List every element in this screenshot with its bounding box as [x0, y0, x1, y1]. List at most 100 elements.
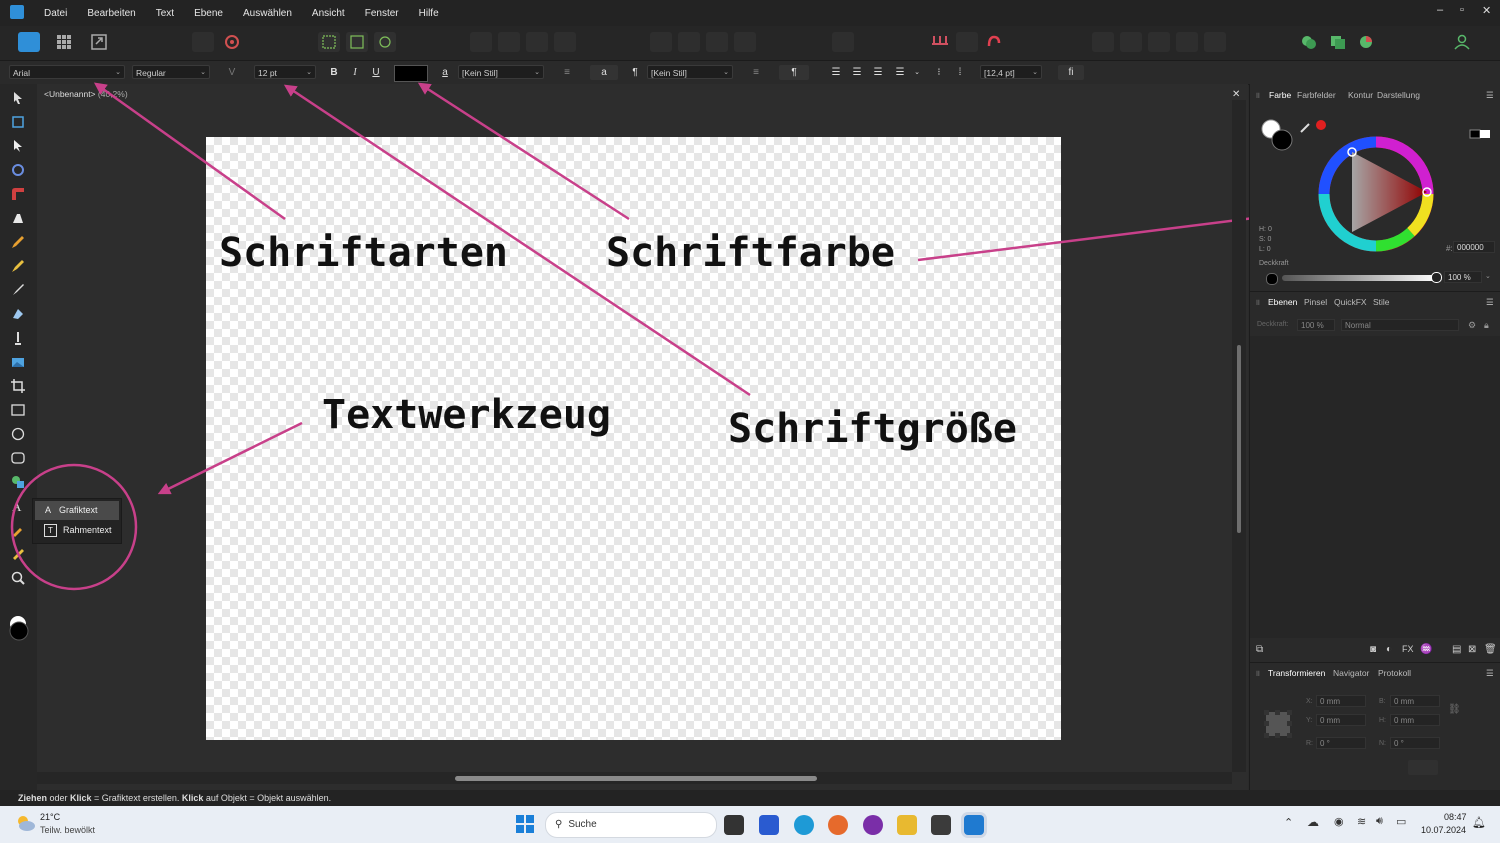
tray-chevron-icon[interactable]: ⌃ — [1284, 816, 1293, 829]
user-account-icon[interactable] — [1451, 32, 1473, 52]
tab-ebenen[interactable]: Ebenen — [1268, 297, 1297, 307]
export-persona-icon[interactable] — [88, 32, 110, 52]
wifi-icon[interactable]: ≋ — [1357, 815, 1366, 828]
character-style-select[interactable]: [Kein Stil] ⌄ — [458, 65, 544, 79]
horizontal-scroll-thumb[interactable] — [455, 776, 817, 781]
taskbar-search[interactable]: ⚲ Suche — [545, 812, 717, 838]
rotation-input[interactable]: 0 ° — [1316, 737, 1366, 749]
trash-icon[interactable]: 🗑︎ — [1484, 644, 1497, 655]
hex-input[interactable]: 000000 — [1453, 241, 1495, 253]
crop-tool-icon[interactable] — [10, 378, 26, 394]
menu-ebene[interactable]: Ebene — [194, 8, 223, 19]
boolean-subtract-icon[interactable] — [1120, 32, 1142, 52]
firefox-icon[interactable] — [828, 815, 848, 835]
document-close-button[interactable]: ✕ — [1232, 89, 1240, 100]
boolean-intersect-icon[interactable] — [1148, 32, 1170, 52]
opacity-slider[interactable] — [1282, 275, 1438, 281]
paint-brush-tool-icon[interactable] — [10, 282, 26, 298]
tab-transformieren[interactable]: Transformieren — [1268, 668, 1325, 678]
color-quick-icon[interactable] — [1355, 32, 1377, 52]
align-left-text-icon[interactable]: ☰ — [828, 65, 844, 80]
battery-icon[interactable]: ▭ — [1396, 815, 1406, 828]
horizontal-scrollbar[interactable] — [37, 772, 1232, 784]
y-input[interactable]: 0 mm — [1316, 714, 1366, 726]
snapping-magnet-icon[interactable] — [929, 32, 951, 52]
boolean-divide-icon[interactable] — [1204, 32, 1226, 52]
boolean-add-icon[interactable] — [1092, 32, 1114, 52]
app-icon[interactable] — [863, 815, 883, 835]
snapping-options-icon[interactable] — [956, 32, 978, 52]
arrange-back-icon[interactable] — [470, 32, 492, 52]
add-layer-icon[interactable]: ▤ — [1452, 644, 1461, 655]
windows-start-icon[interactable] — [515, 814, 535, 834]
height-input[interactable]: 0 mm — [1390, 714, 1440, 726]
file-explorer-icon[interactable] — [897, 815, 917, 835]
pilcrow-icon[interactable]: ¶ — [627, 65, 643, 80]
notification-bell-icon[interactable]: 🔔︎ — [1472, 816, 1486, 829]
weather-icon[interactable] — [14, 812, 36, 834]
anchor-point-icon[interactable] — [1264, 710, 1292, 738]
show-special-chars-button[interactable]: ¶ — [779, 65, 809, 80]
layers-list[interactable] — [1250, 336, 1500, 638]
pen-tool-icon[interactable] — [10, 210, 26, 226]
fx-icon[interactable]: FX — [1402, 644, 1414, 654]
flip-vertical-icon[interactable] — [734, 32, 756, 52]
font-style-select[interactable]: Regular ⌄ — [132, 65, 210, 79]
menu-fenster[interactable]: Fenster — [365, 8, 399, 19]
shape-tool-icon[interactable] — [10, 474, 26, 490]
font-size-select[interactable]: 12 pt ⌄ — [254, 65, 316, 79]
tray-app-icon[interactable]: ◉ — [1334, 815, 1344, 828]
text-tool-icon[interactable]: A — [10, 498, 26, 514]
align-center-text-icon[interactable]: ☰ — [849, 65, 865, 80]
volume-icon[interactable]: 🔊︎ — [1376, 815, 1383, 828]
tab-protokoll[interactable]: Protokoll — [1378, 668, 1411, 678]
eyedropper-icon[interactable] — [1298, 118, 1330, 134]
opacity-slider-handle[interactable] — [1431, 272, 1442, 283]
menu-datei[interactable]: Datei — [44, 8, 67, 19]
transform-options-button[interactable] — [1408, 760, 1438, 775]
ligature-button[interactable]: fi — [1058, 65, 1084, 80]
align-left-icon[interactable] — [650, 32, 672, 52]
artboard-tool-icon[interactable] — [10, 114, 26, 130]
color-swatches-icon[interactable] — [6, 614, 32, 644]
designer-persona-icon[interactable] — [18, 32, 40, 52]
snap-rotate-icon[interactable] — [374, 32, 396, 52]
chevron-down-icon[interactable]: ⌄ — [1485, 272, 1491, 280]
distribute-icon[interactable] — [832, 32, 854, 52]
menu-hilfe[interactable]: Hilfe — [419, 8, 439, 19]
transparency-tool-icon[interactable] — [10, 330, 26, 346]
text-style-panel-icon[interactable]: ≡ — [559, 65, 575, 80]
bold-button[interactable]: B — [326, 65, 342, 80]
affinity-logo-icon[interactable] — [10, 5, 24, 19]
tab-farbe[interactable]: Farbe — [1269, 90, 1291, 100]
snapping-toggle-icon[interactable] — [983, 32, 1005, 52]
grid-persona-icon[interactable] — [53, 32, 75, 52]
contour-tool-icon[interactable] — [10, 162, 26, 178]
document-tab[interactable]: <Unbenannt> (40,2%) — [44, 89, 128, 99]
node-tool-icon[interactable] — [10, 138, 26, 154]
x-input[interactable]: 0 mm — [1316, 695, 1366, 707]
task-view-icon[interactable] — [724, 815, 744, 835]
brush-layer-icon[interactable]: ♒ — [1420, 644, 1432, 655]
leading-select[interactable]: [12,4 pt] ⌄ — [980, 65, 1042, 79]
link-icon[interactable]: ⛓︎ — [1448, 704, 1461, 715]
tab-quickfx[interactable]: QuickFX — [1334, 297, 1367, 307]
vector-brush-tool-icon[interactable] — [10, 258, 26, 274]
flyout-item-rahmentext[interactable]: T Rahmentext — [35, 521, 119, 540]
arrange-backward-icon[interactable] — [498, 32, 520, 52]
window-close-button[interactable]: ✕ — [1482, 4, 1491, 17]
tab-darstellung[interactable]: Darstellung — [1377, 90, 1420, 100]
justify-text-icon[interactable]: ☰ — [892, 65, 908, 80]
group-icon[interactable]: ⊠ — [1468, 644, 1476, 655]
font-family-select[interactable]: Arial ⌄ — [9, 65, 125, 79]
menu-bearbeiten[interactable]: Bearbeiten — [87, 8, 135, 19]
microsoft-store-icon[interactable] — [759, 815, 779, 835]
flip-horizontal-icon[interactable] — [706, 32, 728, 52]
panel-menu-icon[interactable]: ☰ — [1486, 90, 1494, 101]
kerning-icon[interactable]: V — [224, 65, 240, 80]
tab-stile[interactable]: Stile — [1373, 297, 1390, 307]
italic-button[interactable]: I — [347, 65, 363, 80]
numbered-list-icon[interactable]: ⁞ — [952, 65, 968, 80]
zoom-tool-icon[interactable] — [10, 570, 26, 586]
layers-quick-icon[interactable] — [1327, 32, 1349, 52]
